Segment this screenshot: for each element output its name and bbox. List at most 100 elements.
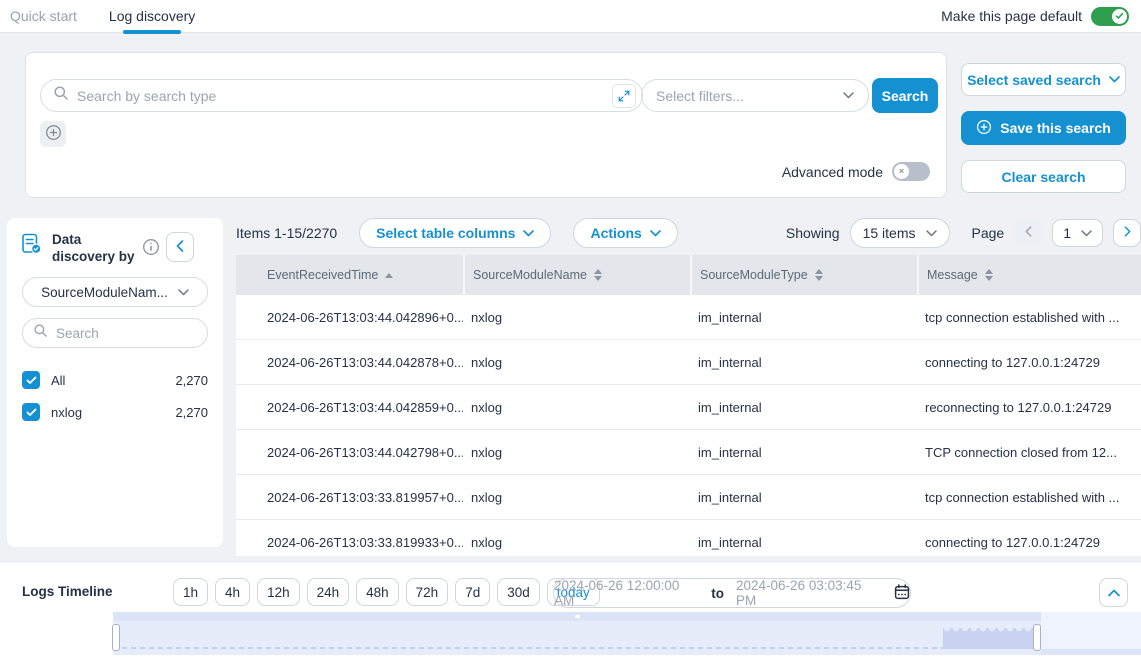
add-circle-icon xyxy=(45,124,62,144)
checkbox-checked[interactable] xyxy=(22,371,40,389)
search-input[interactable] xyxy=(77,88,604,104)
chevron-up-icon xyxy=(1108,585,1120,600)
clear-search-button[interactable]: Clear search xyxy=(961,160,1126,193)
cell-module: nxlog xyxy=(463,340,690,384)
table-row[interactable]: 2024-06-26T13:03:33.819933+0... nxlog im… xyxy=(236,520,1141,556)
range-button-48h[interactable]: 48h xyxy=(356,578,399,606)
filters-select[interactable]: Select filters... xyxy=(641,79,869,112)
brush-grip-icon xyxy=(575,615,580,618)
expand-icon[interactable] xyxy=(612,84,636,108)
timeline-histogram xyxy=(943,628,1037,649)
cell-time: 2024-06-26T13:03:33.819933+0... xyxy=(236,520,463,556)
checkbox-checked[interactable] xyxy=(22,403,40,421)
page-size-select[interactable]: 15 items xyxy=(850,218,950,248)
timeline-title: Logs Timeline xyxy=(22,584,113,599)
timeline-right-handle[interactable] xyxy=(1033,624,1041,651)
log-table-area: Items 1-15/2270 Select table columns Act… xyxy=(236,218,1141,556)
select-table-columns-button[interactable]: Select table columns xyxy=(359,218,551,248)
log-discovery-page: Quick start Log discovery Make this page… xyxy=(0,0,1141,664)
column-label: SourceModuleName xyxy=(473,268,587,282)
page-size-value: 15 items xyxy=(863,225,916,241)
table-row[interactable]: 2024-06-26T13:03:44.042859+0... nxlog im… xyxy=(236,385,1141,430)
cell-module: nxlog xyxy=(463,520,690,556)
list-item-all[interactable]: All 2,270 xyxy=(22,364,208,396)
item-count: 2,270 xyxy=(175,373,208,388)
sort-icon xyxy=(985,269,993,281)
page-number-select[interactable]: 1 xyxy=(1052,219,1103,247)
actions-button[interactable]: Actions xyxy=(573,218,677,248)
cell-time: 2024-06-26T13:03:33.819957+0... xyxy=(236,475,463,519)
timeline-band xyxy=(113,612,1141,655)
sidebar-collapse-button[interactable] xyxy=(166,232,194,262)
range-button-4h[interactable]: 4h xyxy=(215,578,250,606)
range-button-1h[interactable]: 1h xyxy=(173,578,208,606)
timeline-date-range-picker[interactable]: 2024-06-26 12:00:00 AM to 2024-06-26 03:… xyxy=(553,578,911,608)
page-number-value: 1 xyxy=(1063,225,1071,241)
chevron-down-icon xyxy=(926,230,937,237)
table-row[interactable]: 2024-06-26T13:03:33.819957+0... nxlog im… xyxy=(236,475,1141,520)
search-icon xyxy=(53,85,69,106)
cell-type: im_internal xyxy=(690,295,917,339)
page-label: Page xyxy=(972,225,1005,241)
cell-message: tcp connection established with ... xyxy=(917,475,1141,519)
column-header-eventreceivedtime[interactable]: EventReceivedTime xyxy=(236,255,463,295)
cell-time: 2024-06-26T13:03:44.042878+0... xyxy=(236,340,463,384)
range-button-12h[interactable]: 12h xyxy=(257,578,300,606)
chevron-down-icon xyxy=(650,230,661,237)
info-icon[interactable] xyxy=(142,238,160,261)
range-button-24h[interactable]: 24h xyxy=(307,578,350,606)
cell-time: 2024-06-26T13:03:44.042896+0... xyxy=(236,295,463,339)
actions-label: Actions xyxy=(590,225,641,241)
range-button-72h[interactable]: 72h xyxy=(406,578,449,606)
chevron-left-icon xyxy=(1025,226,1032,240)
range-button-30d[interactable]: 30d xyxy=(497,578,540,606)
search-panel: Select filters... Search Advanced mode × xyxy=(25,52,947,198)
cell-message: TCP connection closed from 12... xyxy=(917,430,1141,474)
tab-log-discovery[interactable]: Log discovery xyxy=(109,0,195,32)
table-row[interactable]: 2024-06-26T13:03:44.042878+0... nxlog im… xyxy=(236,340,1141,385)
table-header-row: EventReceivedTime SourceModuleName Sourc… xyxy=(236,255,1141,295)
cell-type: im_internal xyxy=(690,385,917,429)
chevron-down-icon xyxy=(843,92,854,99)
timeline-left-handle[interactable] xyxy=(112,624,120,651)
add-search-row-button[interactable] xyxy=(40,121,66,147)
chevron-right-icon xyxy=(1124,226,1131,240)
list-item-nxlog[interactable]: nxlog 2,270 xyxy=(22,396,208,428)
saved-search-actions: Select saved search Save this search Cle… xyxy=(961,63,1126,193)
discovery-field-select[interactable]: SourceModuleNam... xyxy=(22,277,208,307)
timeline-collapse-button[interactable] xyxy=(1099,578,1128,607)
timeline-selection-region[interactable] xyxy=(113,612,1041,655)
showing-label: Showing xyxy=(786,225,840,241)
select-columns-label: Select table columns xyxy=(376,225,515,241)
range-button-7d[interactable]: 7d xyxy=(455,578,490,606)
data-discovery-icon xyxy=(20,232,43,261)
search-button[interactable]: Search xyxy=(872,78,938,113)
filters-placeholder: Select filters... xyxy=(656,88,744,104)
table-row[interactable]: 2024-06-26T13:03:44.042798+0... nxlog im… xyxy=(236,430,1141,475)
next-page-button[interactable] xyxy=(1113,219,1141,247)
chevron-down-icon xyxy=(1081,230,1092,237)
make-default-toggle[interactable] xyxy=(1091,7,1129,26)
select-saved-search-button[interactable]: Select saved search xyxy=(961,63,1126,96)
table-row[interactable]: 2024-06-26T13:03:44.042896+0... nxlog im… xyxy=(236,295,1141,340)
cell-message: reconnecting to 127.0.0.1:24729 xyxy=(917,385,1141,429)
cell-module: nxlog xyxy=(463,430,690,474)
tab-quick-start[interactable]: Quick start xyxy=(10,0,77,32)
cell-type: im_internal xyxy=(690,430,917,474)
column-header-message[interactable]: Message xyxy=(917,255,1141,295)
select-saved-search-label: Select saved search xyxy=(967,72,1101,88)
column-header-sourcemoduletype[interactable]: SourceModuleType xyxy=(690,255,917,295)
cell-type: im_internal xyxy=(690,520,917,556)
make-default-label: Make this page default xyxy=(941,8,1082,24)
advanced-mode-toggle[interactable]: × xyxy=(892,162,930,181)
prev-page-button[interactable] xyxy=(1014,219,1042,247)
collapse-icon xyxy=(176,240,184,255)
timeline-range-buttons: 1h 4h 12h 24h 48h 72h 7d 30d today xyxy=(173,578,600,606)
sidebar-search-wrapper xyxy=(22,318,208,348)
column-header-sourcemodulename[interactable]: SourceModuleName xyxy=(463,255,690,295)
column-label: Message xyxy=(927,268,978,282)
sidebar-search-input[interactable] xyxy=(56,326,197,341)
save-this-search-button[interactable]: Save this search xyxy=(961,111,1126,145)
item-count: 2,270 xyxy=(175,405,208,420)
items-count-label: Items 1-15/2270 xyxy=(236,225,337,241)
